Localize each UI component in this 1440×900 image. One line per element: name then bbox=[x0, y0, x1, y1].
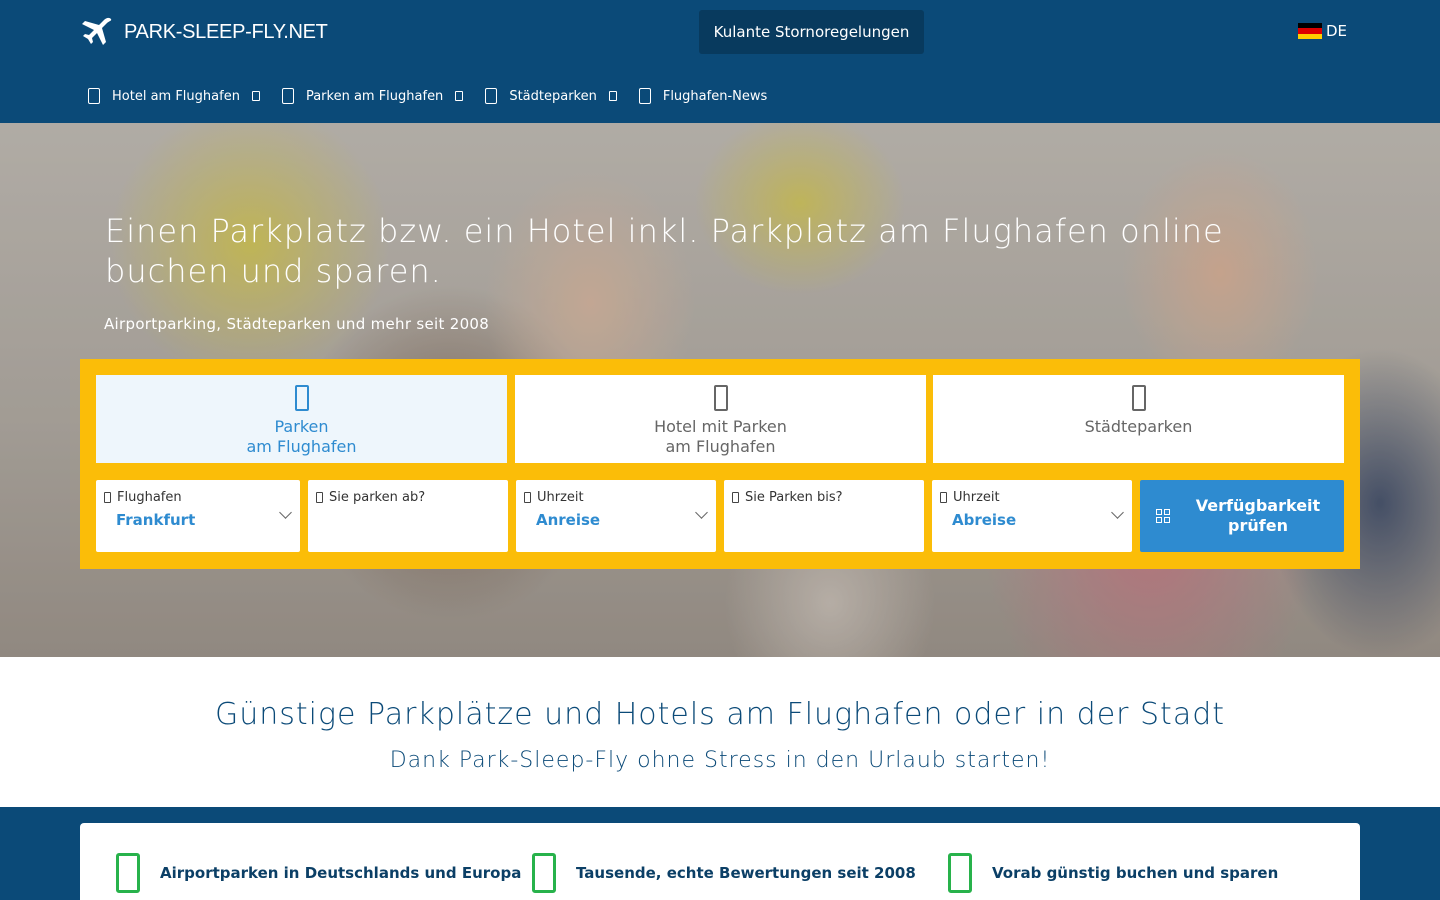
nav-item-hotel[interactable]: Hotel am Flughafen bbox=[88, 88, 260, 104]
dropdown-icon bbox=[455, 91, 464, 101]
airport-label: Flughafen bbox=[117, 490, 182, 505]
plane-logo-icon bbox=[82, 17, 112, 45]
plane-icon bbox=[104, 492, 111, 503]
tab-label-line1: Parken bbox=[274, 417, 329, 436]
nav-item-city-parking[interactable]: Städteparken bbox=[485, 88, 617, 104]
arrival-time-label: Uhrzeit bbox=[537, 490, 584, 505]
clock-icon bbox=[524, 492, 531, 503]
nav-item-label: Städteparken bbox=[509, 88, 597, 104]
park-until-date-input[interactable]: Sie Parken bis? bbox=[724, 480, 924, 552]
park-from-label: Sie parken ab? bbox=[329, 490, 426, 505]
tab-label-line1: Hotel mit Parken bbox=[654, 417, 787, 436]
logo[interactable]: PARK-SLEEP-FLY.NET bbox=[80, 14, 328, 50]
hero-title: Einen Parkplatz bzw. ein Hotel inkl. Par… bbox=[105, 212, 1224, 290]
intro-title: Günstige Parkplätze und Hotels am Flugha… bbox=[214, 697, 1226, 732]
departure-time-select[interactable]: Uhrzeit Abreise bbox=[932, 480, 1132, 552]
city-icon bbox=[485, 88, 498, 104]
storno-button[interactable]: Kulante Stornoregelungen bbox=[699, 10, 924, 54]
tab-airport-parking[interactable]: Parken am Flughafen bbox=[96, 375, 507, 463]
feature-item: Vorab günstig buchen und sparen bbox=[948, 853, 1278, 893]
park-until-label-row: Sie Parken bis? bbox=[732, 490, 916, 505]
feature-text: Airportparken in Deutschlands und Europa bbox=[160, 864, 522, 882]
hero-subtitle: Airportparking, Städteparken und mehr se… bbox=[104, 315, 490, 333]
logo-text: PARK-SLEEP-FLY.NET bbox=[124, 20, 328, 43]
airport-value: Frankfurt bbox=[116, 511, 196, 529]
arrival-time-label-row: Uhrzeit bbox=[524, 490, 708, 505]
calendar-icon bbox=[732, 492, 739, 503]
main-nav: Hotel am Flughafen Parken am Flughafen S… bbox=[88, 84, 789, 108]
search-panel: Parken am Flughafen Hotel mit Parken am … bbox=[80, 359, 1360, 569]
tab-hotel-parking[interactable]: Hotel mit Parken am Flughafen bbox=[515, 375, 926, 463]
bed-icon bbox=[713, 385, 728, 411]
departure-time-label: Uhrzeit bbox=[953, 490, 1000, 505]
nav-item-label: Hotel am Flughafen bbox=[112, 88, 240, 104]
dropdown-icon bbox=[251, 91, 260, 101]
tab-label-line2: am Flughafen bbox=[665, 437, 776, 456]
check-availability-button[interactable]: Verfügbarkeit prüfen bbox=[1140, 480, 1344, 552]
feature-item: Tausende, echte Bewertungen seit 2008 bbox=[532, 853, 916, 893]
check-icon bbox=[532, 853, 556, 893]
hero-section: Einen Parkplatz bzw. ein Hotel inkl. Par… bbox=[0, 123, 1440, 657]
arrival-time-value: Anreise bbox=[536, 511, 601, 529]
nav-item-news[interactable]: Flughafen-News bbox=[638, 88, 768, 104]
check-availability-label: Verfügbarkeit prüfen bbox=[1195, 496, 1321, 535]
park-from-label-row: Sie parken ab? bbox=[316, 490, 500, 505]
intro-subtitle: Dank Park-Sleep-Fly ohne Stress in den U… bbox=[389, 748, 1051, 773]
tab-city-parking[interactable]: Städteparken bbox=[933, 375, 1344, 463]
grid-icon bbox=[1156, 509, 1170, 523]
feature-text: Tausende, echte Bewertungen seit 2008 bbox=[576, 864, 916, 882]
nav-item-label: Parken am Flughafen bbox=[305, 88, 444, 104]
news-icon bbox=[638, 88, 651, 104]
feature-text: Vorab günstig buchen und sparen bbox=[992, 864, 1279, 882]
hotel-icon bbox=[88, 88, 100, 104]
airport-label-row: Flughafen bbox=[104, 490, 292, 505]
park-until-label: Sie Parken bis? bbox=[745, 490, 843, 505]
features-panel: Airportparken in Deutschlands und Europa… bbox=[80, 823, 1360, 900]
tab-label-line2: am Flughafen bbox=[246, 437, 357, 456]
check-icon bbox=[948, 853, 972, 893]
arrival-time-select[interactable]: Uhrzeit Anreise bbox=[516, 480, 716, 552]
clock-icon bbox=[940, 492, 947, 503]
departure-time-label-row: Uhrzeit bbox=[940, 490, 1124, 505]
german-flag-icon bbox=[1298, 23, 1322, 39]
park-from-date-input[interactable]: Sie parken ab? bbox=[308, 480, 508, 552]
top-header: PARK-SLEEP-FLY.NET Kulante Stornoregelun… bbox=[0, 0, 1440, 123]
dropdown-icon bbox=[608, 91, 617, 101]
building-icon bbox=[1131, 385, 1146, 411]
car-icon bbox=[294, 385, 309, 411]
nav-item-parking[interactable]: Parken am Flughafen bbox=[281, 88, 464, 104]
airport-select[interactable]: Flughafen Frankfurt bbox=[96, 480, 300, 552]
parking-icon bbox=[281, 88, 294, 104]
feature-item: Airportparken in Deutschlands und Europa bbox=[116, 853, 521, 893]
nav-item-label: Flughafen-News bbox=[662, 88, 768, 104]
language-label: DE bbox=[1326, 22, 1348, 40]
language-selector[interactable]: DE bbox=[1298, 22, 1347, 40]
calendar-icon bbox=[316, 492, 323, 503]
departure-time-value: Abreise bbox=[952, 511, 1017, 529]
tab-label-line1: Städteparken bbox=[1084, 417, 1193, 436]
check-icon bbox=[116, 853, 140, 893]
